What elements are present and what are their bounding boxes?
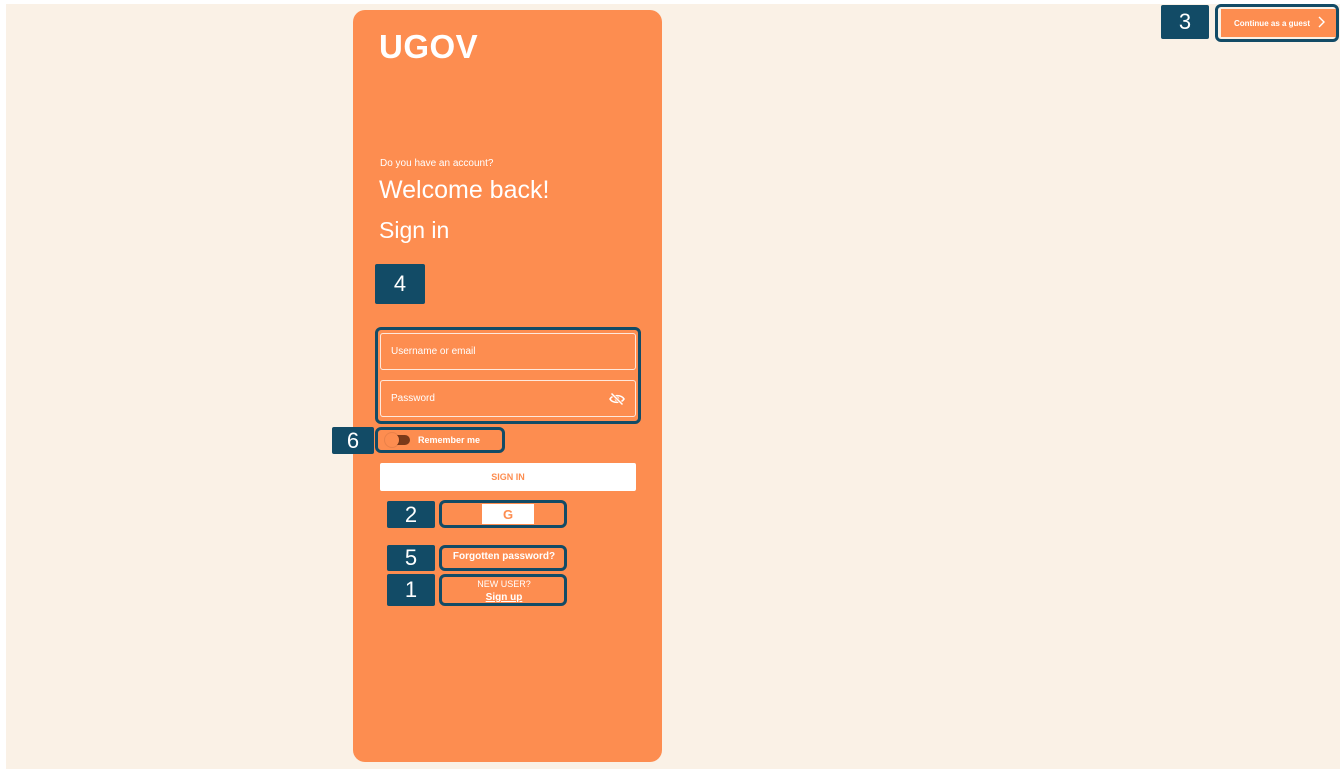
account-question: Do you have an account? [380,158,494,169]
brand-logo: UGOV [379,28,479,65]
annotation-label-5: 5 [387,545,435,571]
annotation-box-2 [439,500,567,528]
annotation-box-6 [375,427,505,453]
sign-in-button[interactable]: SIGN IN [380,463,636,491]
page-top-border [0,0,1340,4]
annotation-label-2: 2 [387,501,435,528]
annotation-label-4: 4 [375,264,425,304]
sign-in-heading: Sign in [379,217,450,243]
annotation-box-1 [439,574,567,606]
annotation-box-4 [375,327,641,424]
annotation-label-3: 3 [1161,5,1209,39]
annotation-label-6: 6 [332,427,374,454]
annotation-box-3 [1215,4,1339,42]
annotation-label-1: 1 [387,574,435,606]
page-left-border [0,0,6,769]
annotation-box-5 [439,545,567,571]
welcome-heading: Welcome back! [379,176,550,204]
